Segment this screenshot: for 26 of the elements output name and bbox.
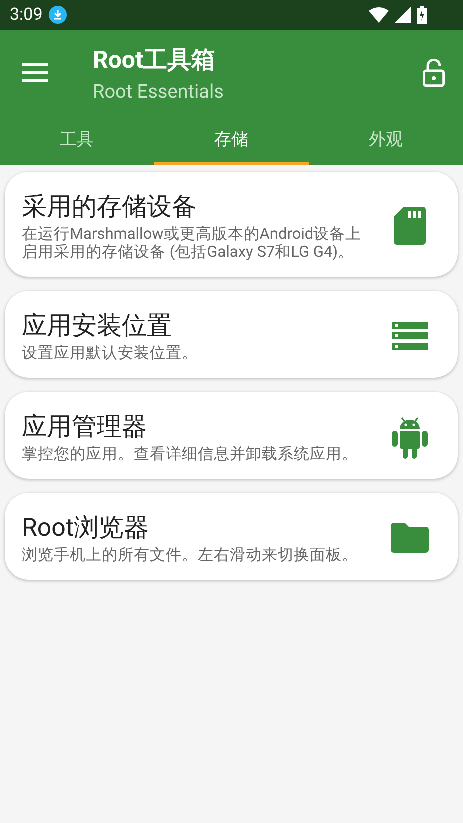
menu-icon[interactable] [22, 63, 48, 83]
app-subtitle: Root Essentials [93, 80, 225, 102]
battery-icon [417, 6, 427, 24]
tab[interactable]: 存储 [154, 116, 309, 165]
settings-card[interactable]: 应用管理器 掌控您的应用。查看详细信息并卸载系统应用。 [5, 392, 458, 479]
settings-card[interactable]: 采用的存储设备 在运行Marshmallow或更高版本的Android设备上启用采用的存储设备 (包括Galaxy S7和LG G4)。 [5, 172, 458, 277]
status-time: 3:09 [10, 5, 43, 25]
card-description: 掌控您的应用。查看详细信息并卸载系统应用。 [22, 445, 359, 463]
card-description: 浏览手机上的所有文件。左右滑动来切换面板。 [22, 546, 359, 564]
android-icon [392, 414, 428, 458]
settings-card[interactable]: Root浏览器 浏览手机上的所有文件。左右滑动来切换面板。 [5, 493, 458, 580]
app-title: Root工具箱 [93, 44, 217, 76]
signal-icon [395, 7, 411, 23]
card-title: 应用管理器 [22, 412, 148, 443]
download-icon [48, 6, 67, 24]
card-description: 在运行Marshmallow或更高版本的Android设备上启用采用的存储设备 (包括Galaxy S7和LG G4)。 [22, 225, 363, 261]
card-title: Root浏览器 [22, 513, 150, 544]
card-title: 采用的存储设备 [22, 192, 198, 223]
card-description: 设置应用默认安装位置。 [22, 344, 199, 362]
unlock-icon[interactable] [423, 59, 445, 87]
storage-icon [392, 322, 428, 350]
folder-icon [391, 522, 429, 552]
settings-card[interactable]: 应用安装位置 设置应用默认安装位置。 [5, 291, 458, 378]
card-title: 应用安装位置 [22, 311, 173, 342]
wifi-icon [369, 7, 389, 23]
sd-card-icon [394, 206, 426, 244]
